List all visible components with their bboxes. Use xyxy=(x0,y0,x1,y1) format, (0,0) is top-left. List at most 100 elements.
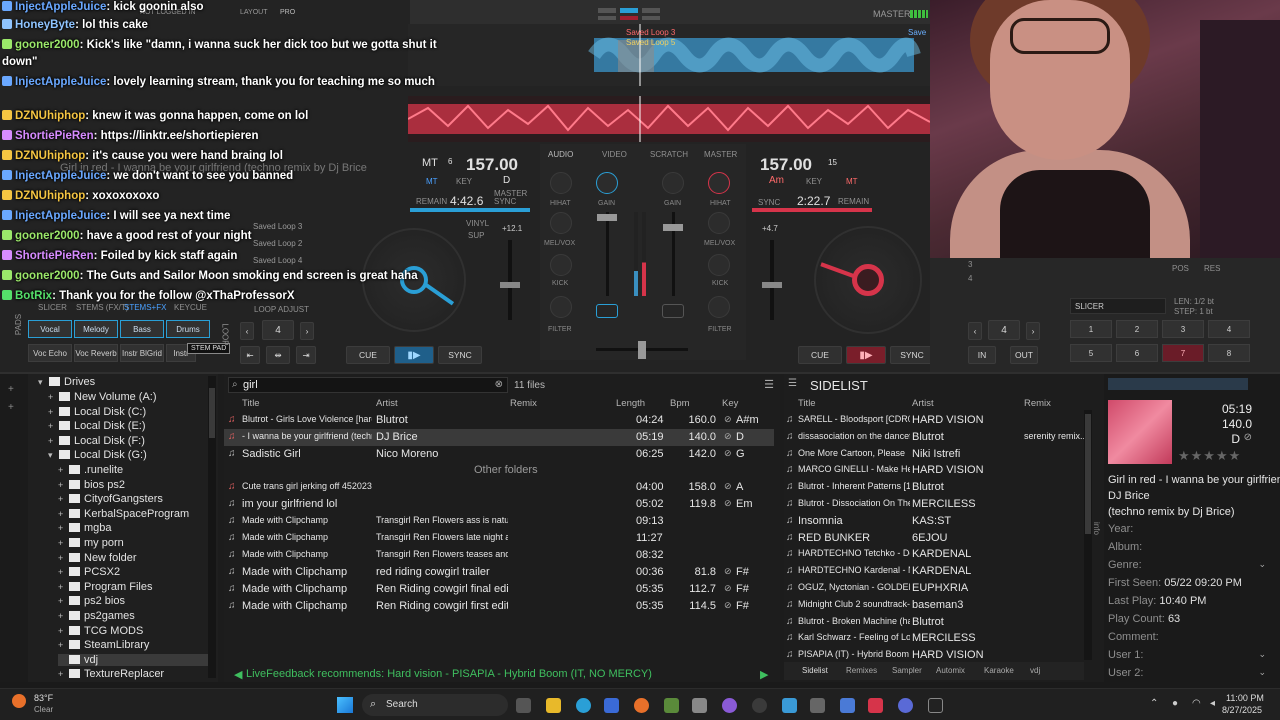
right-pad-4[interactable]: 4 xyxy=(1208,320,1250,338)
col-artist[interactable]: Artist xyxy=(376,398,398,409)
right-loop-out[interactable]: OUT xyxy=(1010,346,1038,364)
tree-item[interactable]: + .runelite xyxy=(58,464,123,476)
chat-username[interactable]: InjectAppleJuice xyxy=(15,1,106,13)
sidelist-row[interactable]: ♫ RED BUNKER 6EJOU xyxy=(784,530,1084,547)
app-icon-7[interactable] xyxy=(692,698,707,713)
app-icon-12[interactable] xyxy=(840,698,855,713)
left-cue-button[interactable]: CUE xyxy=(346,346,390,364)
tab-karaoke[interactable]: Karaoke xyxy=(984,666,1014,675)
chat-username[interactable]: InjectAppleJuice xyxy=(15,76,106,88)
right-pad-6[interactable]: 6 xyxy=(1116,344,1158,362)
tree-item[interactable]: + SteamLibrary xyxy=(58,639,149,651)
chat-username[interactable]: ShortiePieRen xyxy=(15,250,94,262)
edge-icon[interactable] xyxy=(576,698,591,713)
tree-item[interactable]: + New folder xyxy=(58,552,137,564)
left-mt[interactable]: MT xyxy=(426,177,438,186)
right-filter-knob[interactable] xyxy=(708,296,730,318)
list-options-icon[interactable]: ☰ xyxy=(764,378,774,391)
expand-icon[interactable]: + xyxy=(58,494,65,504)
track-row[interactable]: ♫ - I wanna be your girlfriend (techno re… xyxy=(224,429,774,446)
right-cue-button[interactable]: CUE xyxy=(798,346,842,364)
right-jog-wheel[interactable] xyxy=(814,226,922,334)
expand-icon[interactable]: + xyxy=(58,611,65,621)
tree-item[interactable]: + CityofGangsters xyxy=(58,493,163,505)
right-kick-knob[interactable] xyxy=(708,254,730,276)
tree-item[interactable]: + ps2games xyxy=(58,610,135,622)
chat-username[interactable]: BotRix xyxy=(15,290,52,302)
tree-item[interactable]: + mgba xyxy=(58,522,112,534)
sidelist-row[interactable]: ♫ Blutrot - Broken Machine (har...Blutrot xyxy=(784,614,1084,631)
tray-overflow-icon[interactable]: ⌃ xyxy=(1150,698,1158,709)
waveform-overview[interactable]: Saved Loop 3 Saved Loop 5 Save xyxy=(408,24,930,86)
track-row[interactable]: ♫ Blutrot - Girls Love Violence [hard in.… xyxy=(224,412,774,429)
minecraft-icon[interactable] xyxy=(664,698,679,713)
recommend-next-icon[interactable]: ▶ xyxy=(760,668,768,681)
view-switcher[interactable] xyxy=(598,6,674,20)
obs-icon[interactable] xyxy=(752,698,767,713)
tree-item[interactable]: + Program Files xyxy=(58,581,152,593)
clear-search-icon[interactable]: ⊗ xyxy=(495,379,503,390)
sidelist-row[interactable]: ♫ OGUZ, Nyctonian - GOLDEN...EUPHXRIA xyxy=(784,580,1084,597)
sidelist-row[interactable]: ♫ HARDTECHNO Kardenal - N... KARDENAL xyxy=(784,563,1084,580)
sidelist-row[interactable]: ♫ Blutrot - Dissociation On The... MERCILE… xyxy=(784,496,1084,513)
sidelist-row[interactable]: ♫ Karl Schwarz - Feeling of Love MERCILESS xyxy=(784,630,1084,647)
expand-icon[interactable]: + xyxy=(58,480,65,490)
left-headphone-button[interactable] xyxy=(596,304,618,318)
clock-date[interactable]: 8/27/2025 xyxy=(1222,705,1262,715)
right-headphone-button[interactable] xyxy=(662,304,684,318)
tree-item[interactable]: + TextureReplacer xyxy=(58,668,164,680)
chat-username[interactable]: gooner2000 xyxy=(15,230,80,242)
sidelist-col-remix[interactable]: Remix xyxy=(1024,398,1051,409)
track-row[interactable]: ♫ Made with Clipchamp Ren Riding cowgirl f… xyxy=(224,598,774,615)
firefox-icon[interactable] xyxy=(634,698,649,713)
tree-item[interactable]: + ps2 bios xyxy=(58,595,125,607)
stem-pad-drums[interactable]: Drums xyxy=(166,320,210,338)
start-windows-icon[interactable] xyxy=(337,697,353,713)
app-icon-10[interactable] xyxy=(782,698,797,713)
right-hihat-knob[interactable] xyxy=(708,172,730,194)
right-progress-bar[interactable] xyxy=(752,208,872,212)
sidelist-row[interactable]: ♫ Blutrot - Inherent Patterns [15...Blutr… xyxy=(784,479,1084,496)
left-loop-reset[interactable]: ⇹ xyxy=(266,346,290,364)
left-pitch-slider[interactable] xyxy=(500,240,520,320)
chat-username[interactable]: HoneyByte xyxy=(15,19,75,31)
sidelist-row[interactable]: ♫ Midnight Club 2 soundtrack-S...baseman3 xyxy=(784,597,1084,614)
weather-temp[interactable]: 83°F xyxy=(34,693,53,703)
right-sync-button[interactable]: SYNC xyxy=(890,346,934,364)
app-icon-11[interactable] xyxy=(810,698,825,713)
right-loop-value[interactable]: 4 xyxy=(988,320,1020,340)
mixer-tab-master[interactable]: MASTER xyxy=(704,150,737,159)
user2-dropdown-icon[interactable]: ⌄ xyxy=(1258,667,1266,678)
col-length[interactable]: Length xyxy=(616,398,645,409)
tree-item[interactable]: + Local Disk (C:) xyxy=(48,406,146,418)
tree-item-drives[interactable]: ▾ Drives xyxy=(38,376,95,388)
left-play-button[interactable]: ▮▶ xyxy=(394,346,434,364)
tree-item[interactable]: + New Volume (A:) xyxy=(48,391,157,403)
task-view-icon[interactable] xyxy=(516,698,531,713)
chat-username[interactable]: InjectAppleJuice xyxy=(15,170,106,182)
sidelist-row[interactable]: ♫ MARCO GINELLI - Make Her...HARD VISION xyxy=(784,462,1084,479)
left-sup[interactable]: SUP xyxy=(468,231,484,240)
search-box[interactable]: ⌕ girl ⊗ xyxy=(228,377,508,393)
left-hihat-knob[interactable] xyxy=(550,172,572,194)
file-explorer-icon[interactable] xyxy=(546,698,561,713)
app-icon-8[interactable] xyxy=(722,698,737,713)
track-row[interactable]: ♫ Made with Clipchamp Transgirl Ren Flower… xyxy=(224,513,774,530)
left-progress-bar[interactable] xyxy=(410,208,530,212)
tree-item[interactable]: + KerbalSpaceProgram xyxy=(58,508,189,520)
sidelist-row[interactable]: ♫ dissasociation on the dancefloorBlutrot… xyxy=(784,429,1084,446)
col-bpm[interactable]: Bpm xyxy=(670,398,690,409)
col-remix[interactable]: Remix xyxy=(510,398,537,409)
right-pad-5[interactable]: 5 xyxy=(1070,344,1112,362)
left-melvox-knob[interactable] xyxy=(550,212,572,234)
chat-username[interactable]: DZNUhiphop xyxy=(15,150,85,162)
tree-add-icon-2[interactable]: + xyxy=(8,402,14,413)
right-res[interactable]: RES xyxy=(1204,264,1220,273)
left-loop-back[interactable]: ⇤ xyxy=(240,346,260,364)
left-master-sync[interactable]: MASTER SYNC xyxy=(494,190,527,206)
tab-sidelist[interactable]: Sidelist xyxy=(802,666,828,675)
tree-scrollbar[interactable] xyxy=(208,376,216,678)
track-row[interactable]: ♫ im your girlfriend lol 05:02 119.8 Em ⊘ xyxy=(224,496,774,513)
right-mt[interactable]: MT xyxy=(846,177,858,186)
tree-item[interactable]: vdj xyxy=(58,653,208,666)
